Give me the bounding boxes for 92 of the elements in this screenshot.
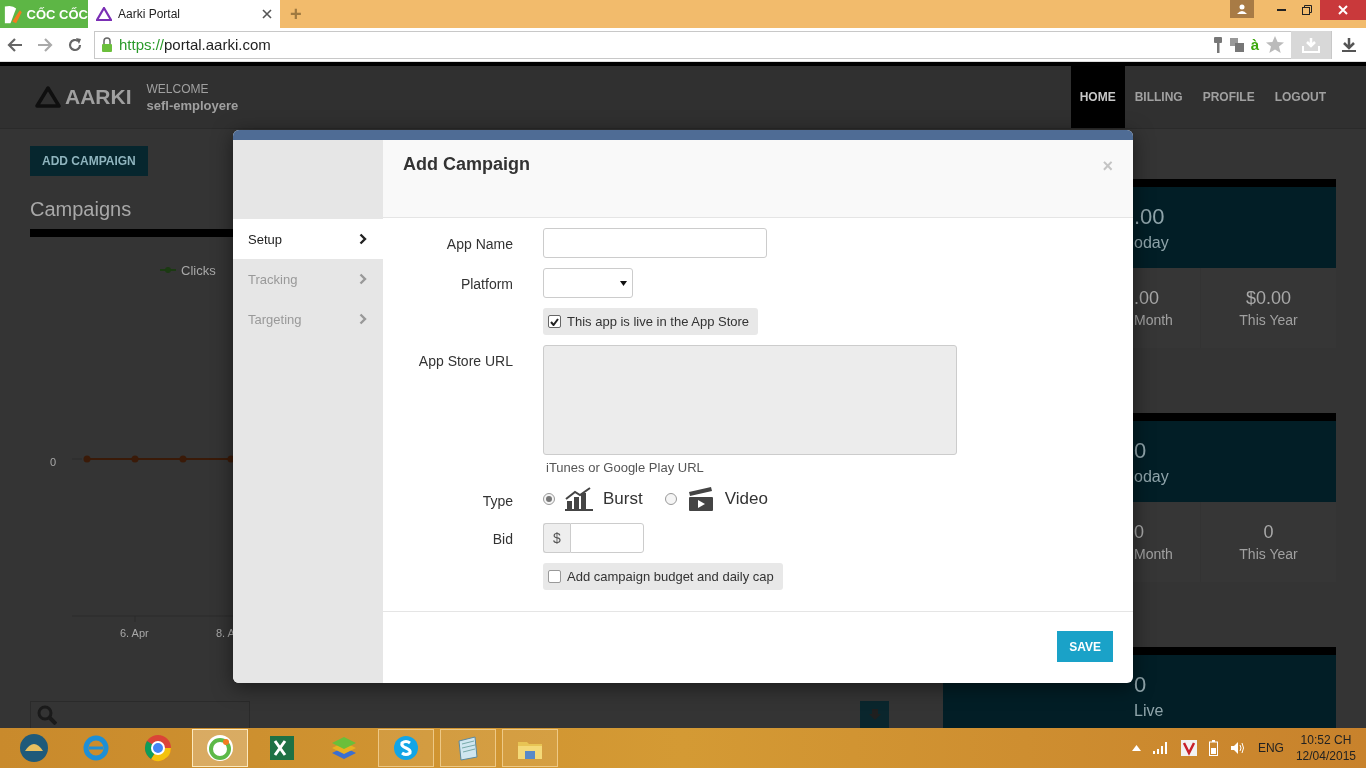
stat-value: .00 [1134, 203, 1166, 230]
lock-icon [101, 37, 113, 52]
browser-tab[interactable]: Aarki Portal [88, 0, 280, 28]
field-label: Platform [459, 275, 513, 292]
radio-option[interactable]: Video [664, 486, 768, 512]
clock[interactable]: 10:52 CH 12/04/2015 [1295, 733, 1356, 763]
axis-label: 6. Apr [120, 627, 149, 639]
legend-label: Clicks [181, 263, 216, 278]
checkbox[interactable] [548, 315, 561, 328]
checkbox[interactable] [548, 570, 561, 583]
page-title: Campaigns [30, 198, 132, 222]
person-icon [1237, 4, 1247, 14]
clock-time: 10:52 CH [1300, 733, 1352, 747]
v-logo-icon[interactable] [1180, 740, 1197, 756]
star-icon[interactable] [1265, 35, 1285, 54]
chat-icon[interactable] [378, 729, 434, 767]
restore-icon [1302, 5, 1312, 15]
stat-value: .00 [1134, 288, 1161, 309]
stat-label: Month [1134, 546, 1174, 562]
stat-label: Live [1134, 701, 1165, 720]
help-text: iTunes or Google Play URL [545, 460, 704, 475]
battery-icon[interactable] [1208, 740, 1218, 756]
user-name: sefl-employere [146, 97, 239, 113]
chevron-icon [359, 273, 367, 285]
welcome-label: WELCOME [146, 81, 210, 96]
radio-button[interactable] [543, 493, 555, 505]
stat-value: $0.00 [1245, 288, 1291, 309]
clock-date: 12/04/2015 [1295, 749, 1356, 763]
extension-icon[interactable]: à [1250, 36, 1259, 53]
nav-link[interactable]: PROFILE [1192, 66, 1265, 128]
stat-label: oday [1134, 467, 1170, 486]
folder-icon[interactable] [502, 729, 558, 767]
stat-label: This Year [1239, 312, 1298, 328]
stat-label: oday [1134, 233, 1170, 252]
translate-icon[interactable] [1228, 36, 1245, 53]
add-campaign-button[interactable]: ADD CAMPAIGN [30, 146, 148, 176]
stat-label: This Year [1239, 546, 1298, 562]
close-icon[interactable] [262, 9, 272, 19]
chevron-up-icon[interactable] [1131, 745, 1141, 751]
search-icon [37, 705, 57, 725]
chevron-icon [359, 233, 367, 245]
field-label: App Store URL [417, 352, 513, 369]
field-label: Type [481, 492, 513, 509]
clapperboard-icon [686, 486, 715, 512]
stat-value: 0 [1134, 437, 1148, 464]
forward-icon[interactable] [37, 37, 53, 52]
back-icon[interactable] [7, 37, 23, 52]
key-icon[interactable] [1212, 35, 1223, 54]
tab-title: Aarki Portal [118, 7, 182, 21]
chevron-icon [359, 313, 367, 325]
save-button[interactable]: SAVE [1057, 631, 1113, 662]
modal-title: Add Campaign [403, 154, 530, 175]
signal-icon[interactable] [1152, 742, 1169, 754]
reload-icon[interactable] [67, 36, 83, 53]
triangle-logo-icon [35, 86, 61, 108]
window-close-button[interactable] [1320, 0, 1366, 20]
nav-link[interactable]: LOGOUT [1264, 66, 1336, 128]
radio-button[interactable] [664, 493, 677, 505]
stat-value: 0 [1263, 522, 1274, 543]
triangle-logo-icon [96, 7, 112, 21]
bar-chart-icon [565, 487, 593, 511]
platform-select[interactable] [543, 268, 633, 298]
currency-prefix: $ [543, 523, 570, 553]
minimize-icon [1276, 9, 1286, 11]
axis-label: 0 [50, 456, 57, 468]
language-indicator[interactable]: ENG [1257, 741, 1284, 755]
radio-option[interactable]: Burst [543, 487, 643, 511]
brand-text: CỐC CỐC [26, 6, 88, 22]
nav-link[interactable]: HOME [1070, 66, 1125, 128]
close-icon [1338, 5, 1348, 15]
legend-line-icon [159, 267, 177, 273]
nav-link[interactable]: BILLING [1124, 66, 1193, 128]
download-icon [1302, 36, 1320, 53]
field-label: Bid [491, 530, 513, 547]
url-text: https://portal.aarki.com [119, 36, 271, 53]
logo-text: AARKI [65, 85, 132, 109]
speaker-icon[interactable] [1229, 741, 1246, 755]
field-label: App Name [445, 235, 513, 252]
notepad-icon[interactable] [440, 729, 496, 767]
download-icon[interactable] [1341, 36, 1357, 53]
checkbox-option[interactable]: Add campaign budget and daily cap [543, 563, 783, 590]
step-tab[interactable]: Setup [233, 219, 383, 259]
browser-icon[interactable] [192, 729, 248, 767]
profile-button[interactable] [1230, 0, 1254, 18]
input-field[interactable] [543, 228, 767, 258]
shell-logo-icon [19, 733, 49, 763]
checkbox-option[interactable]: This app is live in the App Store [543, 308, 759, 335]
stat-value: 0 [1134, 522, 1145, 543]
stat-label: Month [1134, 312, 1174, 328]
address-bar[interactable]: https://portal.aarki.com à [94, 30, 1332, 59]
caret-icon [620, 280, 627, 286]
stat-value: 0 [1134, 671, 1148, 698]
